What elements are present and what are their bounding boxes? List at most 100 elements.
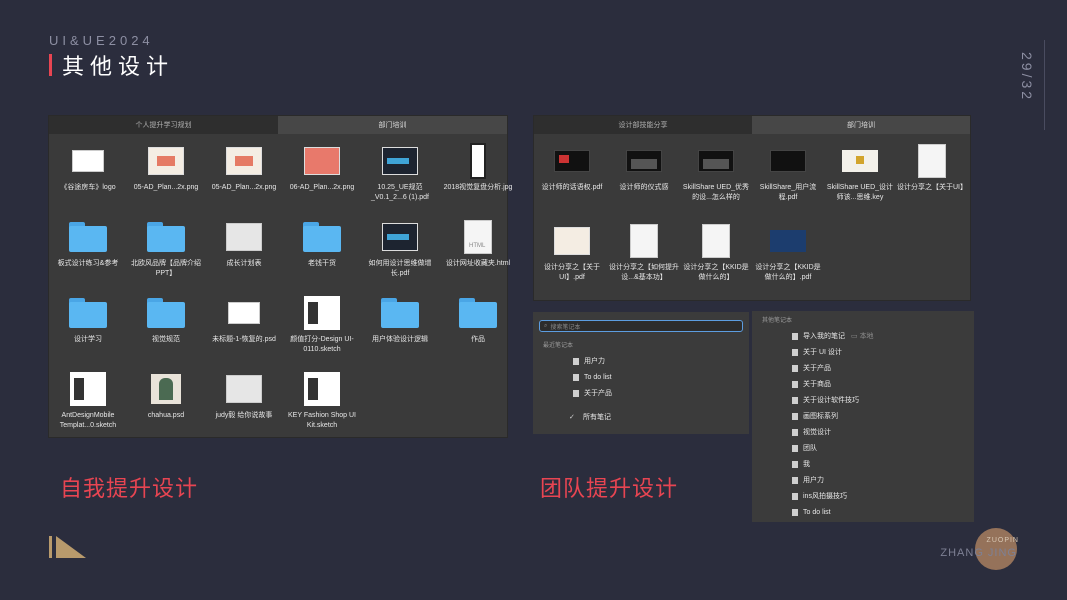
file-item[interactable]: 设计分享之【KKID是做什么的】.pdf (752, 224, 824, 300)
notebook-icon (792, 364, 798, 372)
file-item[interactable]: 《谷途房车》logo (49, 144, 127, 214)
file-item[interactable]: 用户体验设计逻辑 (361, 296, 439, 366)
notebook-icon (573, 357, 579, 365)
file-name: SkillShare_用户流程.pdf (759, 184, 817, 201)
file-item[interactable]: 未标题-1-恢复的.psd (205, 296, 283, 366)
notebook-icon (792, 428, 798, 436)
notebook-item[interactable]: 关于设计软件技巧 (752, 392, 974, 408)
notebook-label: 团队 (803, 445, 817, 452)
folder-icon (69, 296, 107, 330)
file-item[interactable]: 05-AD_Plan...2x.png (127, 144, 205, 214)
tab-department-training[interactable]: 部门培训 (278, 116, 507, 134)
notebook-label: 用户力 (584, 358, 605, 365)
file-item[interactable]: 设计分享之【KKID是做什么的】 (680, 224, 752, 300)
pdf-thumbnail-icon (381, 220, 419, 254)
notebook-item[interactable]: 导入我的笔记 ▭ 本地 (752, 328, 974, 344)
file-item[interactable]: 设计师的话语权.pdf (536, 144, 608, 220)
pdf-thumbnail-icon (553, 224, 591, 258)
file-name: SkillShare UED_优秀的设...怎么样的 (682, 184, 750, 201)
notebook-item[interactable]: 我 (752, 456, 974, 472)
notebook-item[interactable]: 关于产品 (752, 360, 974, 376)
file-item[interactable]: 北欧风品牌【品牌介绍PPT】 (127, 220, 205, 290)
notebook-label: To do list (584, 373, 612, 381)
all-notes-item[interactable]: ✓ 所有笔记 (533, 409, 749, 425)
file-item[interactable]: 如何用设计思维做增长.pdf (361, 220, 439, 290)
file-name: 设计分享之【KKID是做什么的】.pdf (755, 264, 821, 281)
tab-personal-plan[interactable]: 个人提升学习规划 (49, 116, 278, 134)
file-item[interactable]: 05-AD_Plan...2x.png (205, 144, 283, 214)
file-item[interactable]: 老钱干货 (283, 220, 361, 290)
signature-name: ZHANG JING (940, 547, 1017, 559)
file-item[interactable]: 板式设计练习&参考 (49, 220, 127, 290)
file-item[interactable]: SkillShare_用户流程.pdf (752, 144, 824, 220)
file-item[interactable]: judy毅 给你说故事 (205, 372, 283, 442)
notebook-icon (792, 396, 798, 404)
file-name: 如何用设计思维做增长.pdf (368, 260, 432, 277)
checkmark-icon: ✓ (569, 414, 575, 421)
file-item[interactable]: 视觉规范 (127, 296, 205, 366)
notebook-item[interactable]: 团队 (752, 440, 974, 456)
search-icon: ⌕ (544, 322, 548, 329)
pdf-thumbnail-icon (381, 144, 419, 178)
tab-department-training[interactable]: 部门培训 (752, 116, 970, 134)
notebook-item[interactable]: 视觉设计 (752, 424, 974, 440)
notebook-item[interactable]: ins风拍摄技巧 (752, 488, 974, 504)
notebook-label: 关于 UI 设计 (803, 349, 842, 356)
pdf-thumbnail-icon (769, 224, 807, 258)
notebook-icon (792, 492, 798, 500)
page-title-block: 其他设计 (49, 52, 174, 80)
notebook-icon (792, 380, 798, 388)
file-item[interactable]: 颜值打分-Design UI-0110.sketch (283, 296, 361, 366)
file-item[interactable]: 2018视觉复盘分析.jpg (439, 143, 517, 214)
folder-icon (381, 296, 419, 330)
notebook-label: ins风拍摄技巧 (803, 493, 847, 500)
file-name: 设计分享之【关于UI】 (897, 184, 967, 191)
notebook-item[interactable]: 画图标系列 (752, 408, 974, 424)
image-thumbnail-icon (303, 144, 341, 178)
file-item[interactable]: 设计分享之【关于UI】.pdf (536, 224, 608, 300)
file-item[interactable]: 设计师的仪式感 (608, 144, 680, 220)
file-name: 作品 (471, 336, 485, 343)
file-name: 设计分享之【KKID是做什么的】 (683, 264, 749, 281)
file-item[interactable]: 设计学习 (49, 296, 127, 366)
notebook-search-input[interactable]: ⌕ 搜索笔记本 (539, 320, 743, 332)
notebook-label: 视觉设计 (803, 429, 831, 436)
notebook-icon (792, 412, 798, 420)
notebook-item[interactable]: 关于 UI 设计 (752, 344, 974, 360)
file-item[interactable]: SkillShare UED_设计师该...思维.key (824, 144, 896, 220)
file-item[interactable]: AntDesignMobile Templat...0.sketch (49, 372, 127, 442)
notebook-item[interactable]: To do list (533, 369, 749, 385)
file-item[interactable]: 设计网址收藏夹.html (439, 220, 517, 290)
file-name: 设计学习 (74, 336, 102, 343)
notebook-item[interactable]: 关于产品 (533, 385, 749, 401)
file-item[interactable]: 06-AD_Plan...2x.png (283, 144, 361, 214)
file-name: 设计网址收藏夹.html (445, 260, 511, 267)
notebook-label: 我 (803, 461, 810, 468)
file-grid: 设计师的话语权.pdf 设计师的仪式感 SkillShare UED_优秀的设.… (534, 134, 970, 300)
file-name: 05-AD_Plan...2x.png (211, 184, 277, 191)
file-item[interactable]: SkillShare UED_优秀的设...怎么样的 (680, 144, 752, 220)
file-name: 未标题-1-恢复的.psd (212, 336, 276, 343)
file-item[interactable]: 设计分享之【关于UI】 (896, 144, 968, 220)
local-tag: ▭ 本地 (851, 333, 874, 340)
file-item[interactable]: KEY Fashion Shop UI Kit.sketch (283, 372, 361, 442)
notebook-item[interactable]: 关于商品 (752, 376, 974, 392)
notebook-label: 关于产品 (584, 390, 612, 397)
notebook-item[interactable]: 用户力 (752, 472, 974, 488)
tab-design-skill-share[interactable]: 设计部技能分享 (534, 116, 752, 134)
notebook-label: 关于设计软件技巧 (803, 397, 859, 404)
file-item[interactable]: 成长计划表 (205, 220, 283, 290)
file-item[interactable]: 10.25_UE规范_V0.1_2...6 (1).pdf (361, 144, 439, 214)
image-thumbnail-icon (69, 144, 107, 178)
folder-icon (459, 296, 497, 330)
page-title: 其他设计 (62, 54, 175, 80)
file-item[interactable]: chahua.psd (127, 372, 205, 442)
file-item[interactable]: 设计分享之【如何提升设...&基本功】 (608, 224, 680, 300)
file-item[interactable]: 作品 (439, 296, 517, 366)
notebook-item[interactable]: To do list (752, 504, 974, 520)
notebook-item[interactable]: 用户力 (533, 353, 749, 369)
file-name: 用户体验设计逻辑 (372, 336, 428, 343)
finder-window-personal: 个人提升学习规划 部门培训 《谷途房车》logo 05-AD_Plan...2x… (48, 115, 512, 438)
page-number: 29/32 (1019, 52, 1035, 103)
image-thumbnail-icon (225, 372, 263, 406)
